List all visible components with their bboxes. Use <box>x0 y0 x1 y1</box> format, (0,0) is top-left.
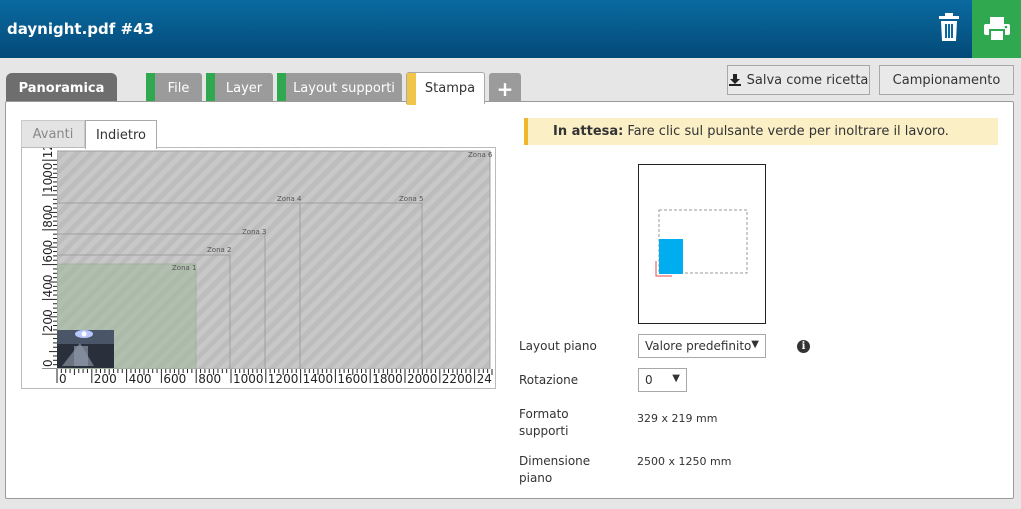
x-ruler-label: 800 <box>198 372 221 386</box>
tab-layout-supporti[interactable]: Layout supporti <box>277 73 402 104</box>
bed-preview: Zona 1 Zona 2 Zona 3 Zona 4 Zona 5 Zona … <box>21 147 496 389</box>
media-size-value: 329 x 219 mm <box>637 412 718 425</box>
y-ruler-label: 1200 <box>41 148 55 158</box>
tab-label: Layer <box>225 81 263 96</box>
tab-label: Layout supporti <box>293 81 395 96</box>
info-icon[interactable]: i <box>797 340 810 353</box>
media-size-label-line2: supporti <box>519 424 569 438</box>
x-ruler-label: 1600 <box>337 372 368 386</box>
bed-layout-select[interactable]: Valore predefinito ▼ <box>638 334 766 358</box>
status-stripe <box>206 73 215 104</box>
bed-size-label-line2: piano <box>519 471 553 485</box>
dropdown-arrow-icon: ▼ <box>751 339 759 350</box>
rotation-value: 0 <box>645 373 653 387</box>
status-label: In attesa: <box>553 124 624 139</box>
sampling-label: Campionamento <box>892 72 1001 88</box>
tab-label: Stampa <box>424 81 476 96</box>
tab-layer[interactable]: Layer <box>206 73 273 104</box>
sampling-button[interactable]: Campionamento <box>879 65 1014 95</box>
status-message: Fare clic sul pulsante verde per inoltra… <box>627 124 949 139</box>
trash-icon[interactable] <box>936 13 962 43</box>
tab-back-label: Indietro <box>95 127 147 143</box>
zone-3-label: Zona 3 <box>242 228 266 236</box>
tab-stampa[interactable]: Stampa <box>406 72 485 105</box>
bed-size-label: Dimensione piano <box>519 453 590 487</box>
x-ruler-label: 600 <box>163 372 186 386</box>
zone-2-label: Zona 2 <box>207 246 231 254</box>
x-ruler-label: 1400 <box>303 372 334 386</box>
x-ruler-label: 1000 <box>233 372 264 386</box>
media-size-label: Formato supporti <box>519 406 569 440</box>
bed-layout-value: Valore predefinito <box>645 339 752 353</box>
save-recipe-label: Salva come ricetta <box>746 72 869 88</box>
print-button[interactable] <box>972 0 1021 58</box>
job-thumbnail <box>57 330 114 368</box>
x-ruler-label: 400 <box>129 372 152 386</box>
y-ruler-label: 1000 <box>41 162 55 193</box>
bed-layout-label: Layout piano <box>519 339 597 353</box>
status-stripe <box>407 73 416 105</box>
printer-icon <box>983 17 1010 41</box>
tab-label: File <box>167 81 190 96</box>
bed-size-value: 2500 x 1250 mm <box>637 455 732 468</box>
plus-icon: + <box>496 76 514 101</box>
media-preview <box>638 164 766 324</box>
status-banner: In attesa: Fare clic sul pulsante verde … <box>524 118 998 145</box>
status-stripe <box>146 73 155 104</box>
x-ruler-label: 200 <box>94 372 117 386</box>
x-ruler-label: 0 <box>59 372 67 386</box>
x-ruler-label: 1800 <box>372 372 403 386</box>
y-ruler-label: 600 <box>41 240 55 263</box>
tab-label: Panoramica <box>18 81 105 96</box>
y-ruler-label: 400 <box>41 274 55 297</box>
rotation-select[interactable]: 0 ▼ <box>638 368 687 392</box>
zone-4-label: Zona 4 <box>277 195 302 203</box>
zone-1-label: Zona 1 <box>172 264 196 272</box>
x-ruler-label: 2000 <box>407 372 438 386</box>
media-image <box>659 239 683 274</box>
tab-front[interactable]: Avanti <box>21 120 85 148</box>
zone-5-label: Zona 5 <box>399 195 423 203</box>
x-ruler-label: 24 <box>477 372 492 386</box>
zone-6-label: Zona 6 <box>468 151 493 159</box>
bed-size-label-line1: Dimensione <box>519 454 591 468</box>
y-ruler-label: 0 <box>41 359 55 367</box>
add-tab-button[interactable]: + <box>489 73 521 104</box>
y-ruler-label: 800 <box>41 205 55 228</box>
y-ruler-label: 200 <box>41 309 55 332</box>
media-size-label-line1: Formato <box>519 407 569 421</box>
x-ruler-label: 1200 <box>268 372 299 386</box>
job-title: daynight.pdf #43 <box>7 20 154 38</box>
tab-panoramica[interactable]: Panoramica <box>6 73 117 104</box>
title-bar: daynight.pdf #43 <box>0 0 1021 58</box>
save-recipe-button[interactable]: Salva come ricetta <box>727 65 870 95</box>
x-ruler-label: 2200 <box>442 372 473 386</box>
dropdown-arrow-icon: ▼ <box>672 373 680 384</box>
tab-back[interactable]: Indietro <box>85 120 157 149</box>
tab-front-label: Avanti <box>32 127 74 142</box>
tab-file[interactable]: File <box>146 73 202 104</box>
download-icon <box>728 74 741 86</box>
status-stripe <box>277 73 286 104</box>
rotation-label: Rotazione <box>519 373 579 387</box>
